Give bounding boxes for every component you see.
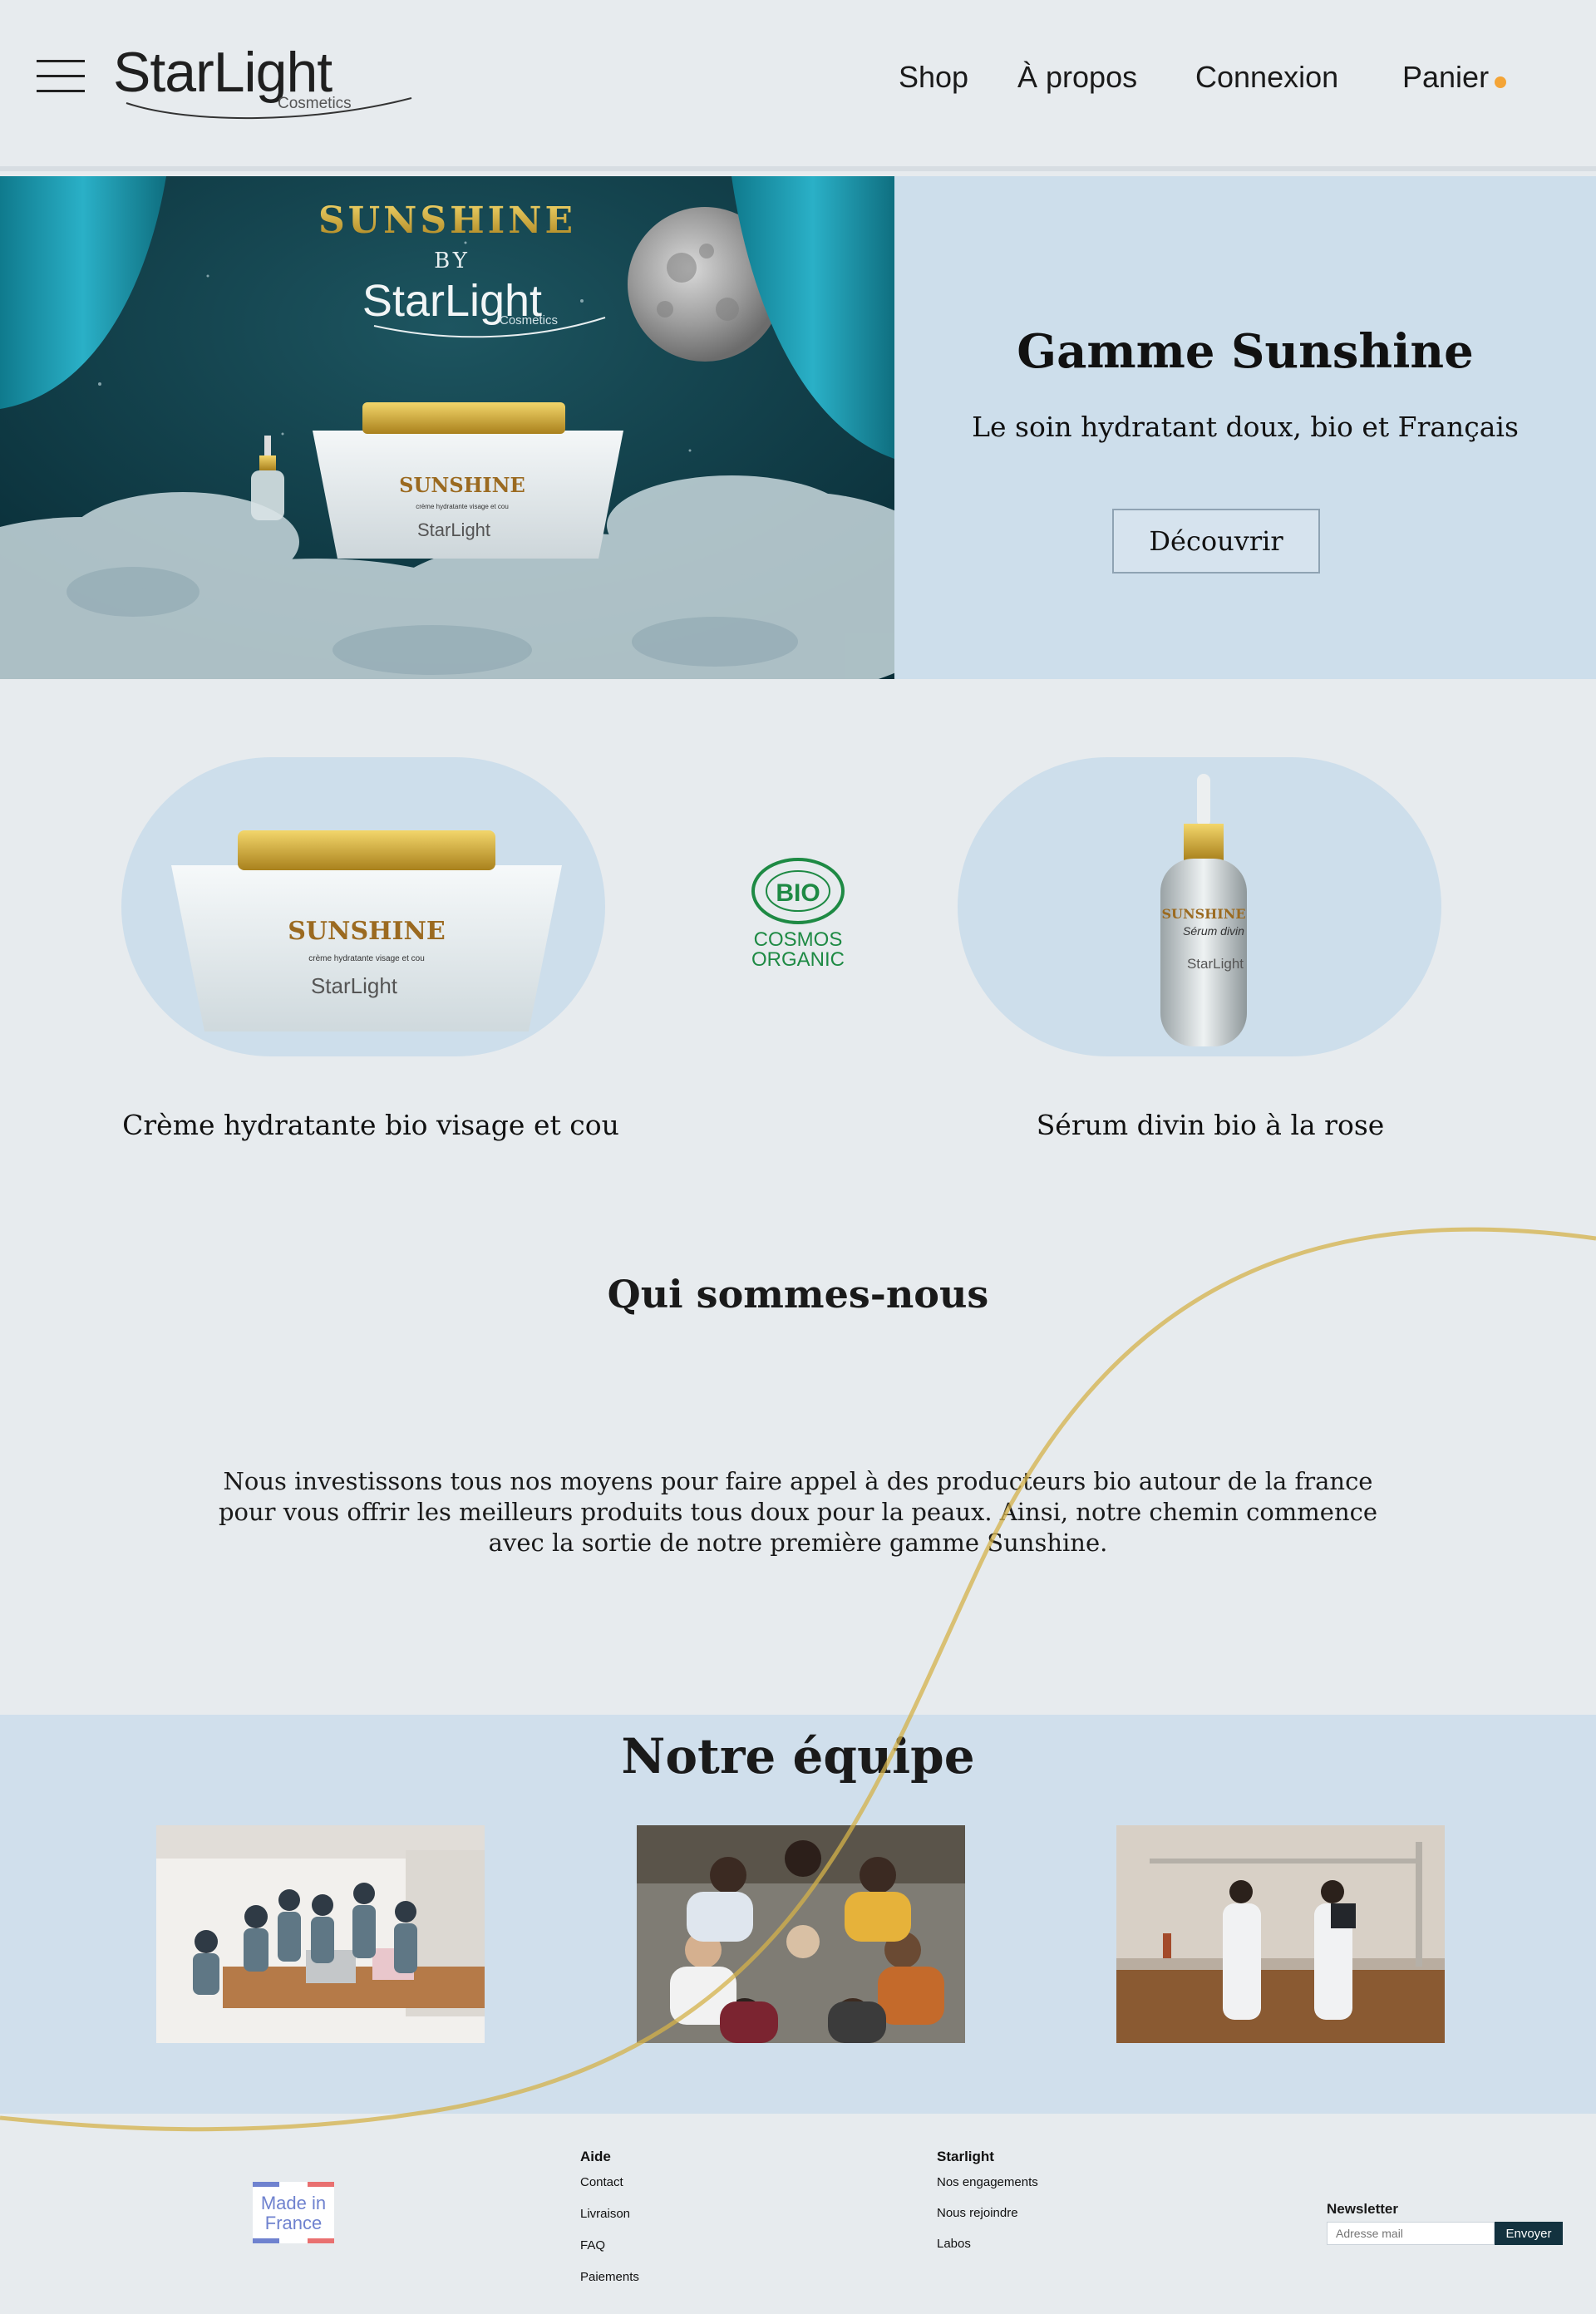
product-name-serum[interactable]: Sérum divin bio à la rose (961, 1109, 1460, 1141)
badge-line1: COSMOS (754, 928, 843, 951)
product-image-serum[interactable]: SUNSHINE Sérum divin StarLight (958, 757, 1441, 1056)
france-text: France (265, 2213, 322, 2233)
hero-text-panel: Gamme Sunshine Le soin hydratant doux, b… (894, 176, 1596, 679)
footer-link-rejoindre[interactable]: Nous rejoindre (937, 2206, 1038, 2220)
hero-image-title: SUNSHINE (318, 199, 576, 242)
hero-section: SUNSHINE crème hydratante visage et cou … (0, 176, 1596, 679)
menu-icon[interactable] (37, 60, 85, 96)
footer-link-paiements[interactable]: Paiements (580, 2270, 639, 2284)
hero-jar-label: SUNSHINE (399, 473, 525, 497)
nav-login[interactable]: Connexion (1195, 60, 1338, 95)
hero-title: Gamme Sunshine (1017, 324, 1474, 379)
site-footer: Made in France Aide Contact Livraison FA… (0, 2114, 1596, 2314)
hero-jar-sub: crème hydratante visage et cou (416, 503, 509, 510)
cream-jar-brand: StarLight (311, 973, 398, 998)
footer-starlight-title: Starlight (937, 2149, 994, 2164)
cream-jar-label: SUNSHINE (288, 917, 446, 946)
footer-col-starlight: Starlight Nos engagements Nous rejoindre… (937, 2149, 1038, 2268)
product-name-cream[interactable]: Crème hydratante bio visage et cou (121, 1109, 620, 1141)
badge-line2: ORGANIC (751, 948, 845, 971)
hero-image-by: BY (434, 249, 470, 273)
footer-link-contact[interactable]: Contact (580, 2175, 639, 2189)
footer-link-engagements[interactable]: Nos engagements (937, 2175, 1038, 2189)
team-photo-office (156, 1825, 485, 2043)
cream-jar-sub: crème hydratante visage et cou (308, 954, 425, 963)
serum-brand: StarLight (1187, 956, 1244, 972)
footer-link-labos[interactable]: Labos (937, 2237, 1038, 2251)
team-title: Notre équipe (621, 1728, 975, 1785)
newsletter-title: Newsletter (1327, 2201, 1398, 2217)
brand-logo[interactable]: StarLight Cosmetics (113, 40, 412, 131)
nav-cart[interactable]: Panier (1402, 60, 1489, 95)
product-image-cream[interactable]: SUNSHINE crème hydratante visage et cou … (121, 757, 605, 1056)
about-title: Qui sommes-nous (607, 1272, 989, 1317)
cosmos-organic-badge: BIO COSMOS ORGANIC (745, 856, 853, 972)
made-in-text: Made in (261, 2193, 326, 2213)
team-photo-lab (1116, 1825, 1445, 2043)
serum-sub: Sérum divin (1183, 924, 1244, 938)
hero-image: SUNSHINE crème hydratante visage et cou … (0, 176, 894, 679)
nav-shop[interactable]: Shop (899, 60, 968, 95)
about-text: Nous investissons tous nos moyens pour f… (218, 1467, 1378, 1557)
hero-jar-brand: StarLight (417, 519, 490, 540)
footer-aide-title: Aide (580, 2149, 611, 2164)
serum-label: SUNSHINE (1161, 906, 1245, 922)
hero-image-brand-sub: Cosmetics (500, 313, 558, 327)
cart-indicator-icon (1495, 76, 1506, 88)
discover-button[interactable]: Découvrir (1112, 509, 1320, 574)
logo-swoosh (126, 97, 412, 120)
newsletter-email-input[interactable] (1327, 2222, 1495, 2245)
footer-link-faq[interactable]: FAQ (580, 2238, 639, 2252)
site-header: StarLight Cosmetics Shop À propos Connex… (0, 0, 1596, 171)
made-in-france-logo: Made in France (253, 2182, 334, 2243)
badge-center: BIO (776, 879, 820, 907)
footer-col-aide: Aide Contact Livraison FAQ Paiements (580, 2149, 639, 2302)
hero-subtitle: Le soin hydratant doux, bio et Français (972, 411, 1519, 443)
team-photo-hands (637, 1825, 965, 2043)
team-section: Notre équipe (0, 1715, 1596, 2114)
footer-link-livraison[interactable]: Livraison (580, 2207, 639, 2221)
newsletter-submit-button[interactable]: Envoyer (1495, 2222, 1563, 2245)
nav-about[interactable]: À propos (1017, 60, 1137, 95)
